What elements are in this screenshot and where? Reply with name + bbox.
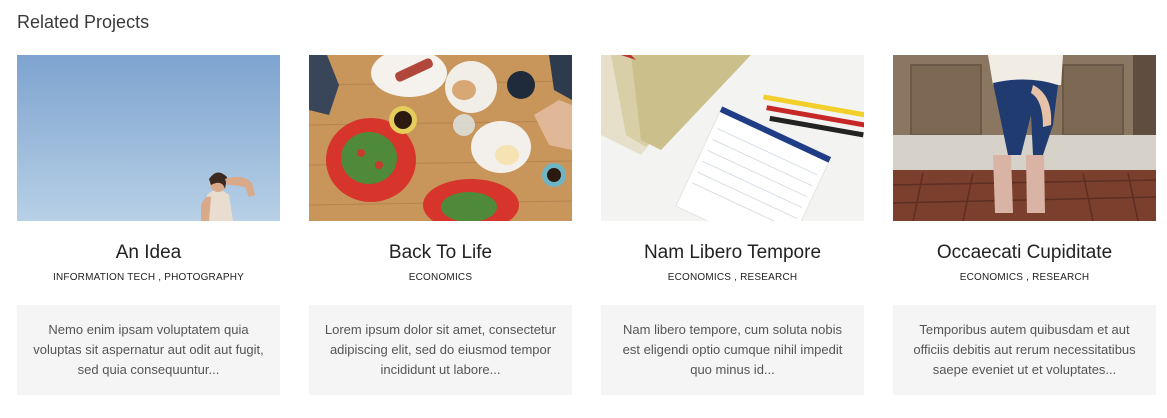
project-excerpt: Lorem ipsum dolor sit amet, consectetur … xyxy=(309,305,572,395)
project-thumbnail[interactable] xyxy=(893,55,1156,221)
notebook-and-pencils-photo xyxy=(601,55,864,221)
project-categories: ECONOMICS xyxy=(309,271,572,285)
category-link[interactable]: RESEARCH xyxy=(1032,272,1089,283)
related-projects-grid: An Idea INFORMATION TECH , PHOTOGRAPHY N… xyxy=(17,55,1156,395)
category-link[interactable]: ECONOMICS xyxy=(668,272,731,283)
project-title[interactable]: Occaecati Cupiditate xyxy=(893,241,1156,265)
project-thumbnail[interactable] xyxy=(309,55,572,221)
project-excerpt: Nemo enim ipsam voluptatem quia voluptas… xyxy=(17,305,280,395)
breakfast-table-photo xyxy=(309,55,572,221)
category-link[interactable]: ECONOMICS xyxy=(960,272,1023,283)
project-excerpt: Nam libero tempore, cum soluta nobis est… xyxy=(601,305,864,395)
project-card: Occaecati Cupiditate ECONOMICS , RESEARC… xyxy=(893,55,1156,395)
project-title[interactable]: An Idea xyxy=(17,241,280,265)
category-link[interactable]: ECONOMICS xyxy=(409,272,472,283)
project-card: An Idea INFORMATION TECH , PHOTOGRAPHY N… xyxy=(17,55,280,395)
section-title: Related Projects xyxy=(17,12,150,32)
project-excerpt: Temporibus autem quibusdam et aut offici… xyxy=(893,305,1156,395)
woman-sitting-on-steps-photo xyxy=(893,55,1156,221)
category-link[interactable]: INFORMATION TECH xyxy=(53,272,155,283)
category-link[interactable]: RESEARCH xyxy=(740,272,797,283)
project-thumbnail[interactable] xyxy=(601,55,864,221)
project-categories: ECONOMICS , RESEARCH xyxy=(959,272,1090,283)
project-title[interactable]: Back To Life xyxy=(309,241,572,265)
project-categories: ECONOMICS , RESEARCH xyxy=(667,272,798,283)
project-title[interactable]: Nam Libero Tempore xyxy=(601,241,864,265)
project-card: Back To Life ECONOMICS Lorem ipsum dolor… xyxy=(309,55,572,395)
project-card: Nam Libero Tempore ECONOMICS , RESEARCH … xyxy=(601,55,864,395)
project-thumbnail[interactable] xyxy=(17,55,280,221)
woman-shading-eyes-sky-photo xyxy=(17,55,280,221)
category-link[interactable]: PHOTOGRAPHY xyxy=(164,272,244,283)
project-categories: INFORMATION TECH , PHOTOGRAPHY xyxy=(52,272,245,283)
